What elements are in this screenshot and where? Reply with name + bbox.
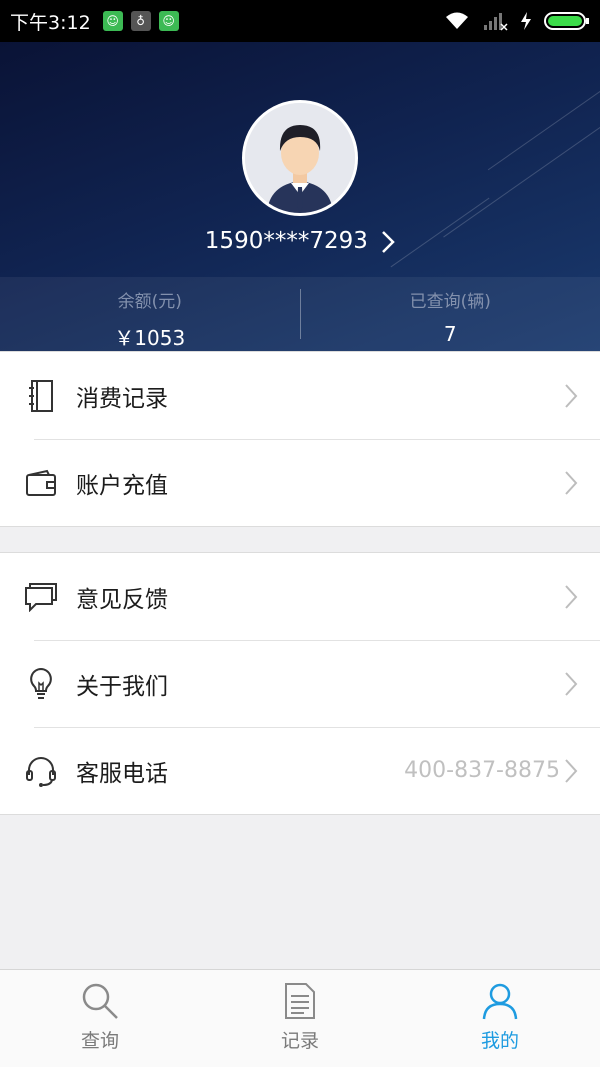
bottom-tab-bar: 查询 记录 我的	[0, 969, 600, 1067]
signal-icon	[484, 13, 508, 31]
user-avatar-icon	[245, 103, 355, 213]
tab-label: 查询	[80, 1030, 119, 1052]
avatar[interactable]	[242, 100, 358, 216]
customer-service-phone: 400-837-8875	[404, 758, 560, 783]
phone-number-link[interactable]: 1590****7293	[0, 228, 600, 254]
chevron-right-icon	[565, 758, 578, 783]
user-icon	[482, 983, 518, 1020]
wifi-icon	[446, 12, 468, 29]
profile-header: 1590****7293 余额(元) ￥1053 已查询(辆) 7	[0, 42, 600, 351]
lightbulb-icon	[24, 667, 58, 701]
status-time: 下午3:12	[10, 11, 91, 34]
wallet-icon	[24, 466, 58, 500]
notification-app-icon: ♁	[130, 11, 151, 31]
menu-item-label: 意见反馈	[76, 586, 168, 613]
chevron-right-icon	[565, 470, 578, 495]
queried-label: 已查询(辆)	[409, 292, 491, 312]
tab-label: 记录	[280, 1030, 319, 1052]
menu-item-account-recharge[interactable]: 账户充值	[0, 439, 600, 526]
menu-item-label: 关于我们	[76, 673, 168, 700]
menu-item-consumption-records[interactable]: 消费记录	[0, 352, 600, 439]
tab-mine[interactable]: 我的	[400, 970, 600, 1067]
menu-item-label: 账户充值	[76, 472, 168, 499]
menu-group-support: 意见反馈 关于我们 客服电话 400-837-8875	[0, 552, 600, 815]
headset-icon	[24, 754, 58, 788]
notebook-icon	[24, 379, 58, 413]
notification-app-icon: ☺	[158, 11, 179, 31]
tab-label: 我的	[480, 1030, 519, 1052]
battery-icon	[544, 12, 589, 30]
queried-stat: 已查询(辆) 7	[301, 277, 600, 351]
tab-query[interactable]: 查询	[0, 970, 200, 1067]
document-icon	[285, 983, 315, 1019]
phone-number: 1590****7293	[204, 228, 368, 254]
balance-label: 余额(元)	[117, 292, 182, 312]
chevron-right-icon	[382, 230, 395, 253]
chevron-right-icon	[565, 383, 578, 408]
charging-icon	[521, 12, 531, 30]
chevron-right-icon	[565, 584, 578, 609]
queried-value: 7	[443, 322, 457, 346]
menu-item-feedback[interactable]: 意见反馈	[0, 553, 600, 640]
status-bar: 下午3:12 ☺ ♁ ☺	[0, 0, 600, 42]
tab-records[interactable]: 记录	[200, 970, 400, 1067]
stats-bar: 余额(元) ￥1053 已查询(辆) 7	[0, 277, 600, 351]
balance-stat: 余额(元) ￥1053	[0, 277, 300, 351]
notification-app-icon: ☺	[102, 11, 123, 31]
chat-bubbles-icon	[24, 580, 58, 614]
menu-item-customer-service[interactable]: 客服电话 400-837-8875	[0, 727, 600, 814]
menu-item-label: 客服电话	[76, 760, 168, 787]
menu-item-about-us[interactable]: 关于我们	[0, 640, 600, 727]
balance-value: ￥1053	[114, 326, 186, 350]
menu-group-account: 消费记录 账户充值	[0, 351, 600, 527]
search-icon	[82, 983, 118, 1019]
menu-item-label: 消费记录	[76, 385, 168, 412]
chevron-right-icon	[565, 671, 578, 696]
